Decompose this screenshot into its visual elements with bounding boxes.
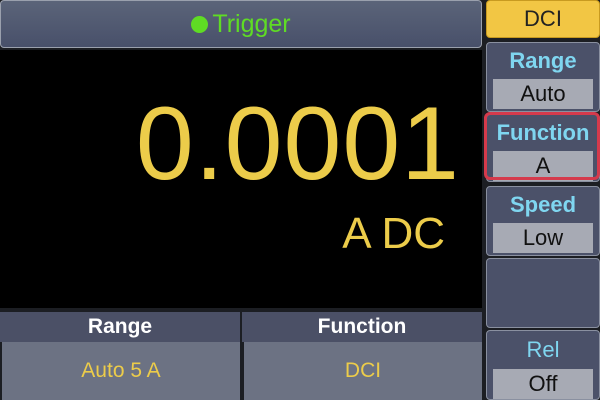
range-info-value: Auto 5 A xyxy=(2,342,240,400)
rel-softkey-title: Rel xyxy=(526,337,560,362)
rel-softkey[interactable]: Rel Off xyxy=(486,330,600,400)
mode-tab[interactable]: DCI xyxy=(486,0,600,38)
range-softkey[interactable]: Range Auto xyxy=(486,42,600,112)
status-header: Trigger xyxy=(0,0,482,48)
range-softkey-title: Range xyxy=(509,48,577,73)
trigger-status-label: Trigger xyxy=(212,9,291,38)
speed-softkey-title: Speed xyxy=(509,192,577,217)
function-softkey[interactable]: Function A xyxy=(486,114,600,182)
function-info-value: DCI xyxy=(244,342,482,400)
empty-softkey[interactable] xyxy=(486,258,600,328)
range-info-label: Range xyxy=(0,312,240,342)
speed-softkey-value: Low xyxy=(493,223,593,253)
function-softkey-title: Function xyxy=(496,120,590,145)
function-softkey-value: A xyxy=(493,151,593,181)
function-info-label: Function xyxy=(242,312,482,342)
range-softkey-value: Auto xyxy=(493,79,593,109)
reading-unit: A DC xyxy=(342,209,445,258)
speed-softkey[interactable]: Speed Low xyxy=(486,186,600,256)
rel-softkey-value: Off xyxy=(493,369,593,399)
reading-value: 0.0001 xyxy=(135,86,460,202)
trigger-status-icon xyxy=(191,15,209,33)
